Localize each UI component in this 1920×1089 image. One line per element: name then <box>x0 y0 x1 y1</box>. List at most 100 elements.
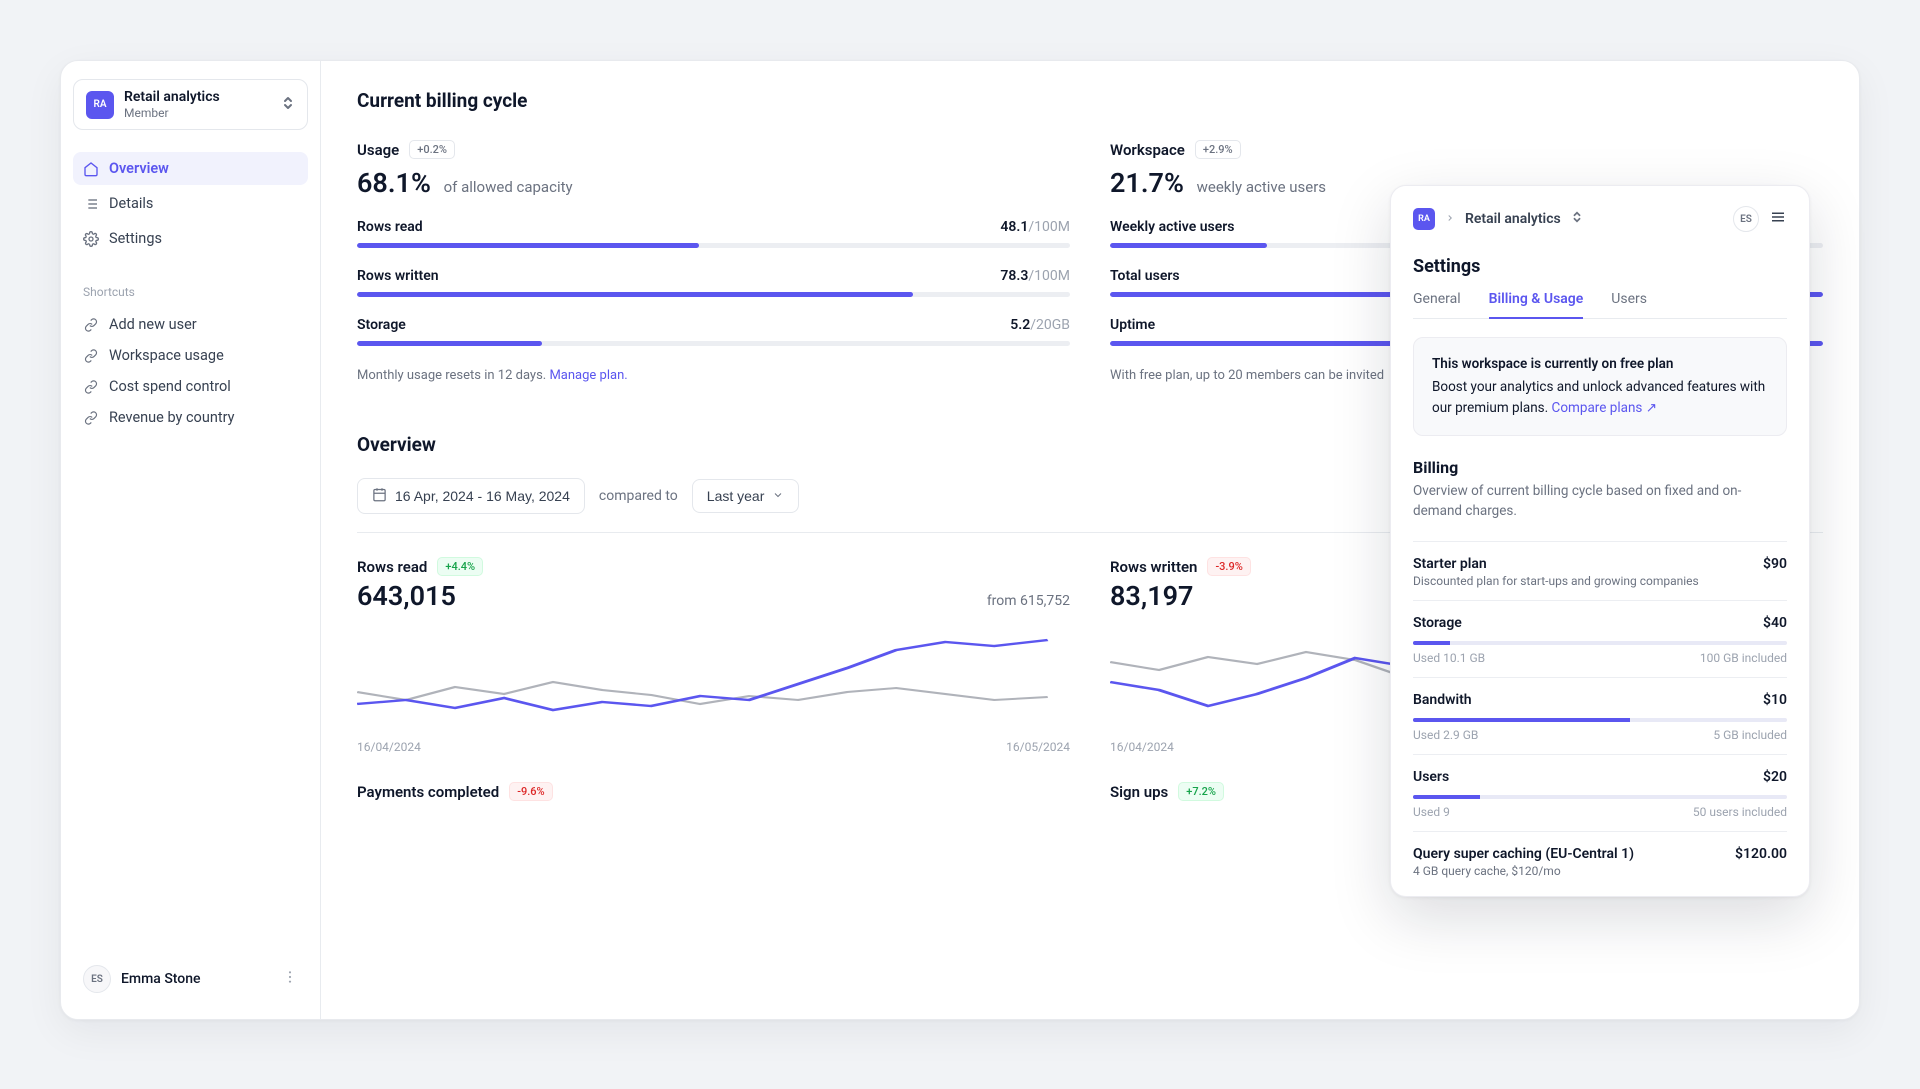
plan-callout: This workspace is currently on free plan… <box>1413 337 1787 436</box>
date-range-picker[interactable]: 16 Apr, 2024 - 16 May, 2024 <box>357 478 585 514</box>
workspace-value: 21.7% <box>1110 167 1184 199</box>
panel-title: Settings <box>1413 256 1787 277</box>
bill-bandwidth: Bandwith $10 Used 2.9 GB 5 GB included <box>1413 677 1787 754</box>
bill-used: Used 9 <box>1413 805 1450 819</box>
avatar[interactable]: ES <box>1733 206 1759 232</box>
home-icon <box>83 161 99 177</box>
compared-label: compared to <box>599 488 678 504</box>
hamburger-icon[interactable] <box>1769 208 1787 231</box>
bill-name: Query super caching (EU-Central 1) <box>1413 846 1634 862</box>
rows-read-label: Rows read <box>357 219 423 235</box>
tab-billing[interactable]: Billing & Usage <box>1489 291 1584 319</box>
sidebar: RA Retail analytics Member Overview Deta… <box>61 61 321 1019</box>
shortcut-label: Add new user <box>109 316 197 333</box>
nav-label: Settings <box>109 230 162 247</box>
bill-desc: 4 GB query cache, $120/mo <box>1413 864 1634 878</box>
link-icon <box>83 349 99 363</box>
external-link-icon: ↗ <box>1646 400 1657 416</box>
stat-title: Payments completed <box>357 783 499 801</box>
bill-bar <box>1413 641 1787 645</box>
workspace-title: Workspace <box>1110 141 1185 159</box>
workspace-selector[interactable]: RA Retail analytics Member <box>73 79 308 130</box>
rows-written-total: /100M <box>1028 268 1070 284</box>
callout-title: This workspace is currently on free plan <box>1432 354 1768 375</box>
chart-title: Rows read <box>357 558 427 576</box>
storage-value: 5.2 <box>1010 317 1030 333</box>
axis-end: 16/05/2024 <box>1006 740 1070 754</box>
usage-card: Usage +0.2% 68.1% of allowed capacity Ro… <box>357 140 1070 383</box>
axis-start: 16/04/2024 <box>357 740 421 754</box>
bill-price: $120.00 <box>1735 846 1787 862</box>
user-name: Emma Stone <box>121 971 272 987</box>
list-icon <box>83 196 99 212</box>
chevron-down-icon <box>772 488 784 504</box>
more-icon[interactable] <box>282 969 298 989</box>
sparkline <box>357 622 1070 732</box>
rows-written-label: Rows written <box>357 268 439 284</box>
bill-bar <box>1413 718 1787 722</box>
chart-delta: +4.4% <box>437 557 483 576</box>
shortcut-workspace-usage[interactable]: Workspace usage <box>73 340 308 371</box>
bill-price: $10 <box>1763 692 1787 708</box>
bill-price: $90 <box>1763 556 1787 572</box>
bill-starter: Starter plan Discounted plan for start-u… <box>1413 541 1787 600</box>
bill-included: 100 GB included <box>1700 651 1787 665</box>
stat-delta: +7.2% <box>1178 782 1224 801</box>
bill-desc: Discounted plan for start-ups and growin… <box>1413 574 1699 588</box>
chevron-right-icon <box>1445 211 1455 227</box>
rows-read-bar <box>357 243 1070 248</box>
nav-details[interactable]: Details <box>73 187 308 220</box>
stat-delta: -9.6% <box>509 782 552 801</box>
bill-name: Users <box>1413 769 1449 785</box>
nav-overview[interactable]: Overview <box>73 152 308 185</box>
chart-value: 643,015 <box>357 580 456 612</box>
billing-title: Billing <box>1413 458 1787 477</box>
tab-general[interactable]: General <box>1413 291 1461 318</box>
shortcuts-label: Shortcuts <box>73 285 308 299</box>
tabs: General Billing & Usage Users <box>1413 291 1787 319</box>
bill-used: Used 10.1 GB <box>1413 651 1485 665</box>
workspace-suffix: weekly active users <box>1197 178 1326 196</box>
chart-value: 83,197 <box>1110 580 1193 612</box>
calendar-icon <box>372 487 387 505</box>
shortcut-add-user[interactable]: Add new user <box>73 309 308 340</box>
chevron-updown-icon <box>281 95 295 114</box>
bill-query: Query super caching (EU-Central 1) 4 GB … <box>1413 831 1787 890</box>
shortcut-cost-control[interactable]: Cost spend control <box>73 371 308 402</box>
rows-written-bar <box>357 292 1070 297</box>
compare-plans-link[interactable]: Compare plans ↗ <box>1552 400 1658 416</box>
bill-name: Storage <box>1413 615 1462 631</box>
settings-panel: RA Retail analytics ES Settings General … <box>1390 185 1810 897</box>
nav-settings[interactable]: Settings <box>73 222 308 255</box>
shortcut-revenue-country[interactable]: Revenue by country <box>73 402 308 433</box>
bill-included: 5 GB included <box>1713 728 1787 742</box>
bill-price: $40 <box>1763 615 1787 631</box>
user-row[interactable]: ES Emma Stone <box>73 957 308 1001</box>
chart-delta: -3.9% <box>1207 557 1250 576</box>
wau-label: Weekly active users <box>1110 219 1234 235</box>
storage-label: Storage <box>357 317 406 333</box>
nav-label: Overview <box>109 160 169 177</box>
chart-title: Rows written <box>1110 558 1197 576</box>
rows-read-value: 48.1 <box>1000 219 1028 235</box>
avatar: ES <box>83 965 111 993</box>
stat-title: Sign ups <box>1110 783 1168 801</box>
manage-plan-link[interactable]: Manage plan. <box>549 368 627 383</box>
nav-label: Details <box>109 195 153 212</box>
storage-total: /20GB <box>1030 317 1070 333</box>
tab-users[interactable]: Users <box>1611 291 1647 318</box>
axis-start: 16/04/2024 <box>1110 740 1174 754</box>
compare-dropdown[interactable]: Last year <box>692 479 800 513</box>
shortcut-label: Revenue by country <box>109 409 234 426</box>
bill-users: Users $20 Used 9 50 users included <box>1413 754 1787 831</box>
chevron-updown-icon[interactable] <box>1571 210 1583 228</box>
usage-value: 68.1% <box>357 167 431 199</box>
breadcrumb[interactable]: Retail analytics <box>1465 211 1561 227</box>
footnote-text: Monthly usage resets in 12 days. <box>357 368 549 383</box>
shortcut-label: Cost spend control <box>109 378 231 395</box>
gear-icon <box>83 231 99 247</box>
usage-delta-badge: +0.2% <box>409 140 455 159</box>
workspace-role: Member <box>124 106 271 120</box>
bill-name: Starter plan <box>1413 556 1699 572</box>
billing-subtitle: Overview of current billing cycle based … <box>1413 481 1787 522</box>
